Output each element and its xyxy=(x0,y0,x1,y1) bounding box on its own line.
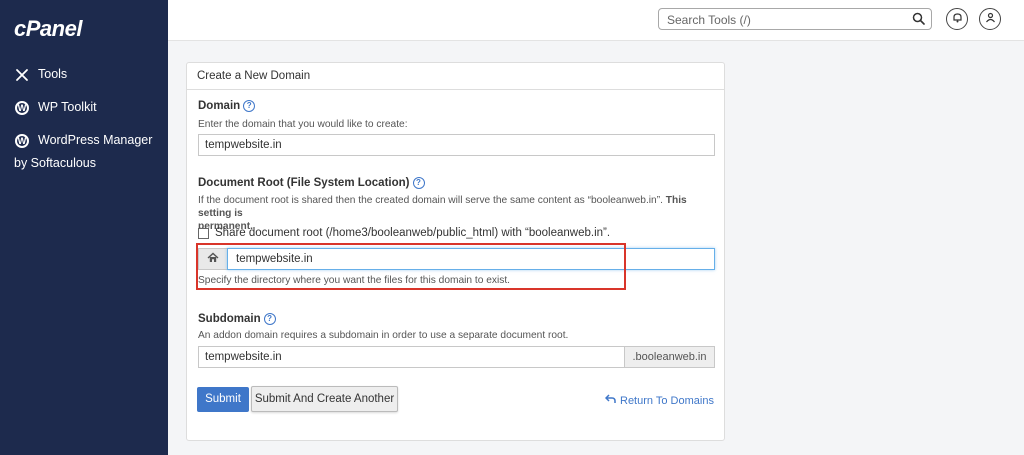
subdomain-label-text: Subdomain xyxy=(198,313,261,326)
cpanel-logo[interactable]: cPanel xyxy=(14,16,82,42)
search-icon[interactable] xyxy=(912,12,925,30)
sidebar-item-label: Tools xyxy=(38,67,68,81)
submit-and-create-another-button[interactable]: Submit And Create Another xyxy=(251,386,398,412)
domain-description: Enter the domain that you would like to … xyxy=(198,119,408,130)
search-box[interactable] xyxy=(658,8,932,30)
highlight-box xyxy=(196,243,626,290)
return-to-domains-label: Return To Domains xyxy=(620,394,714,407)
sidebar-item-wordpress-manager-sub[interactable]: by Softaculous xyxy=(14,156,96,170)
sidebar: cPanel Tools W WP Toolkit W WordPress Ma… xyxy=(0,0,168,455)
sidebar-item-wordpress-manager[interactable]: W WordPress Manager xyxy=(14,133,152,149)
domain-label: Domain? xyxy=(198,100,256,113)
top-header xyxy=(168,0,1024,41)
docroot-label-text: Document Root (File System Location) xyxy=(198,177,410,190)
share-docroot-checkbox[interactable] xyxy=(198,227,209,239)
bell-icon xyxy=(952,10,963,28)
help-icon[interactable]: ? xyxy=(243,100,256,112)
sidebar-item-label: WP Toolkit xyxy=(38,100,97,114)
help-icon[interactable]: ? xyxy=(263,313,276,325)
sidebar-item-tools[interactable]: Tools xyxy=(14,67,67,83)
return-arrow-icon xyxy=(604,394,616,407)
docroot-label: Document Root (File System Location)? xyxy=(198,177,425,189)
docroot-description-text: If the document root is shared then the … xyxy=(198,195,663,206)
notifications-button[interactable] xyxy=(946,8,968,30)
search-input[interactable] xyxy=(665,10,909,30)
subdomain-description: An addon domain requires a subdomain in … xyxy=(198,330,569,341)
sidebar-item-label: by Softaculous xyxy=(14,156,96,170)
panel-title: Create a New Domain xyxy=(187,63,724,90)
submit-button[interactable]: Submit xyxy=(197,387,249,412)
wordpress-icon: W xyxy=(14,100,30,116)
user-menu-button[interactable] xyxy=(979,8,1001,30)
return-to-domains-link[interactable]: Return To Domains xyxy=(604,394,714,407)
tools-icon xyxy=(14,67,30,83)
help-icon[interactable]: ? xyxy=(412,177,425,189)
domain-input[interactable]: tempwebsite.in xyxy=(198,134,715,156)
share-docroot-row[interactable]: Share document root (/home3/booleanweb/p… xyxy=(198,227,610,239)
subdomain-label: Subdomain? xyxy=(198,313,276,325)
subdomain-input[interactable]: tempwebsite.in xyxy=(198,346,625,368)
wordpress-icon: W xyxy=(14,133,30,149)
create-domain-panel: Create a New Domain Domain? Enter the do… xyxy=(186,62,725,441)
subdomain-suffix: .booleanweb.in xyxy=(624,346,715,368)
domain-label-text: Domain xyxy=(198,100,241,113)
sidebar-item-wp-toolkit[interactable]: W WP Toolkit xyxy=(14,100,97,116)
user-icon xyxy=(985,10,996,28)
share-docroot-label: Share document root (/home3/booleanweb/p… xyxy=(215,227,611,239)
sidebar-item-label: WordPress Manager xyxy=(38,133,153,147)
